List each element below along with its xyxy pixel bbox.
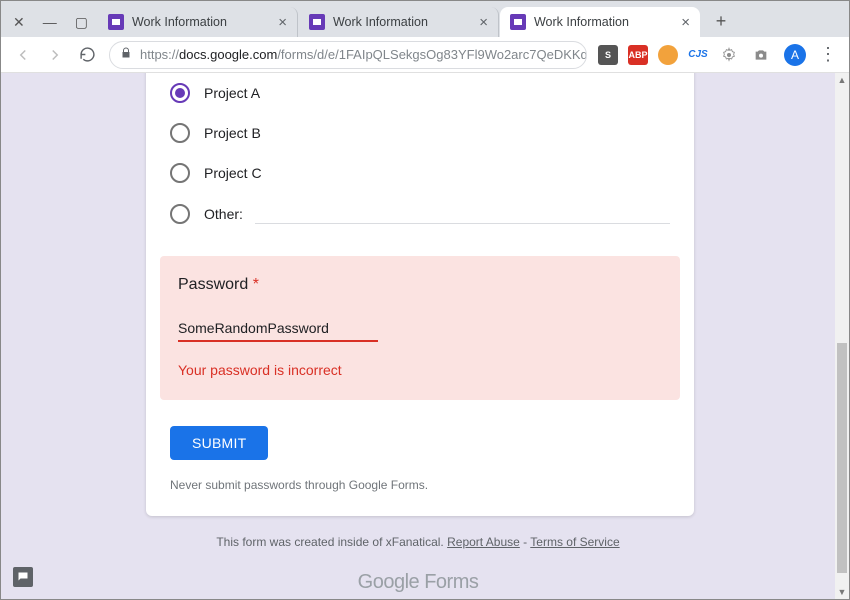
submit-button[interactable]: SUBMIT	[170, 426, 268, 460]
radio-option[interactable]: Project B	[170, 113, 670, 153]
extension-cjs-icon[interactable]: CJS	[688, 45, 708, 65]
radio-option[interactable]: Project A	[170, 73, 670, 113]
page-viewport: Project A Project B Project C Other: Pas…	[1, 73, 849, 599]
extension-gear-icon[interactable]	[715, 41, 743, 69]
radio-icon	[170, 83, 190, 103]
footer-text: This form was created inside of xFanatic…	[216, 535, 447, 549]
extension-camera-icon[interactable]	[747, 41, 775, 69]
back-button[interactable]	[9, 41, 37, 69]
tab-strip: Work Information × Work Information × Wo…	[98, 1, 849, 37]
browser-tab[interactable]: Work Information ×	[299, 7, 499, 37]
password-warning-text: Never submit passwords through Google Fo…	[146, 460, 694, 492]
terms-link[interactable]: Terms of Service	[530, 535, 619, 549]
radio-other-label: Other:	[204, 206, 243, 222]
radio-label: Project C	[204, 165, 262, 181]
password-question: Password * Your password is incorrect	[160, 256, 680, 400]
submit-row: SUBMIT	[146, 400, 694, 460]
forms-favicon-icon	[309, 14, 325, 30]
extension-abp-icon[interactable]: ABP	[628, 45, 648, 65]
forward-button[interactable]	[41, 41, 69, 69]
project-question: Project A Project B Project C Other:	[146, 73, 694, 242]
reload-button[interactable]	[73, 41, 101, 69]
tab-close-icon[interactable]: ×	[681, 14, 690, 31]
radio-option[interactable]: Project C	[170, 153, 670, 193]
radio-label: Project B	[204, 125, 261, 141]
browser-menu-button[interactable]: ⋮	[815, 44, 841, 65]
tab-title: Work Information	[132, 15, 270, 29]
window-controls: ✕ — ▢	[7, 15, 98, 37]
scroll-down-arrow[interactable]: ▼	[835, 585, 849, 599]
tab-close-icon[interactable]: ×	[479, 14, 488, 31]
tab-title: Work Information	[333, 15, 471, 29]
browser-tab[interactable]: Work Information ×	[98, 7, 298, 37]
report-abuse-link[interactable]: Report Abuse	[447, 535, 520, 549]
lock-icon	[120, 47, 132, 62]
password-input[interactable]	[178, 316, 378, 342]
profile-avatar[interactable]: A	[784, 44, 806, 66]
form-card: Project A Project B Project C Other: Pas…	[146, 73, 694, 516]
browser-tab-active[interactable]: Work Information ×	[500, 7, 700, 37]
google-forms-logo[interactable]: Google Forms	[1, 571, 835, 594]
radio-other-input[interactable]	[255, 203, 670, 224]
tab-close-icon[interactable]: ×	[278, 14, 287, 31]
extension-cookie-icon[interactable]	[658, 45, 678, 65]
url-protocol: https://	[140, 47, 179, 62]
feedback-button[interactable]	[13, 567, 33, 587]
form-footer: This form was created inside of xFanatic…	[1, 535, 835, 594]
scrollbar-thumb[interactable]	[837, 343, 847, 573]
tab-title: Work Information	[534, 15, 673, 29]
window-maximize-button[interactable]: ▢	[75, 15, 88, 29]
window-minimize-button[interactable]: —	[43, 15, 57, 29]
window-close-button[interactable]: ✕	[13, 15, 25, 29]
radio-option-other[interactable]: Other:	[170, 193, 670, 234]
forms-favicon-icon	[108, 14, 124, 30]
radio-label: Project A	[204, 85, 260, 101]
vertical-scrollbar[interactable]: ▲ ▼	[835, 73, 849, 599]
radio-icon	[170, 163, 190, 183]
address-bar[interactable]: https://docs.google.com/forms/d/e/1FAIpQ…	[109, 41, 587, 69]
url-host: docs.google.com	[179, 47, 277, 62]
radio-icon	[170, 123, 190, 143]
url-path: /forms/d/e/1FAIpQLSekgsOg83YFl9Wo2arc7Qe…	[277, 47, 587, 62]
password-label: Password *	[178, 276, 662, 294]
new-tab-button[interactable]: +	[707, 7, 735, 35]
radio-icon	[170, 204, 190, 224]
required-indicator: *	[253, 276, 259, 293]
forms-favicon-icon	[510, 14, 526, 30]
window-titlebar: ✕ — ▢ Work Information × Work Informatio…	[1, 1, 849, 37]
password-error-message: Your password is incorrect	[178, 362, 662, 378]
scroll-up-arrow[interactable]: ▲	[835, 73, 849, 87]
browser-toolbar: https://docs.google.com/forms/d/e/1FAIpQ…	[1, 37, 849, 73]
extension-s-icon[interactable]: S	[598, 45, 618, 65]
